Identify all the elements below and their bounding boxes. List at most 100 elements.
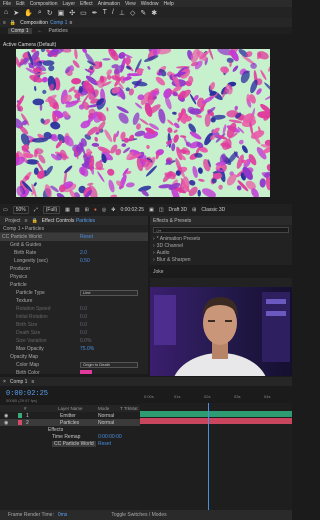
grid-icon[interactable]: ▦: [65, 207, 70, 213]
pen-tool-icon[interactable]: ✒: [92, 9, 98, 17]
effect-property-row[interactable]: Death Size 0.0: [0, 329, 148, 337]
effect-property-row[interactable]: Initial Rotation 0.0: [0, 313, 148, 321]
property-dropdown[interactable]: Line: [80, 290, 138, 296]
fx-item-animation-presets[interactable]: › * Animation Presets: [150, 235, 292, 242]
layer-name[interactable]: CC Particle World: [52, 441, 96, 447]
menu-composition[interactable]: Composition: [30, 1, 58, 7]
effect-property-row[interactable]: Texture: [0, 297, 148, 305]
menu-help[interactable]: Help: [163, 1, 173, 7]
property-value[interactable]: 75.0%: [80, 346, 94, 352]
timeline-timecode[interactable]: 0:00:02:25: [6, 390, 48, 398]
menu-file[interactable]: File: [3, 1, 11, 7]
layer-row[interactable]: Effects: [0, 426, 140, 433]
menu-lines-icon[interactable]: ≡: [25, 218, 28, 224]
camera-snapshot-icon[interactable]: ◎: [102, 207, 106, 213]
composition-tab-menu-icon[interactable]: ≡: [69, 20, 72, 26]
menu-layer[interactable]: Layer: [62, 1, 75, 7]
effect-property-row[interactable]: Size Variation 0.0%: [0, 337, 148, 345]
lock-icon[interactable]: 🔒: [10, 20, 16, 26]
home-icon[interactable]: ⌂: [4, 9, 8, 16]
toggle-switches-modes[interactable]: Toggle Switches / Modes: [111, 512, 166, 518]
draft-3d-toggle[interactable]: Draft 3D: [169, 207, 188, 213]
fx-item-blur-sharpen[interactable]: › Blur & Sharpen: [150, 256, 292, 263]
lock-icon[interactable]: 🔒: [31, 218, 37, 224]
layer-bar-emitter[interactable]: [140, 411, 292, 417]
tab-project[interactable]: Project: [5, 218, 21, 224]
video-tab-label[interactable]: Joke: [153, 269, 164, 275]
composition-viewer[interactable]: [16, 49, 270, 197]
property-dropdown[interactable]: Origin to Death: [80, 362, 138, 368]
snapshot-icon[interactable]: ▭: [3, 207, 8, 213]
brush-tool-icon[interactable]: /: [112, 9, 114, 16]
property-value[interactable]: 0.0: [80, 330, 87, 336]
layer-bar-particles[interactable]: [140, 418, 292, 424]
effect-property-row[interactable]: CC Particle World Reset: [0, 233, 148, 241]
effect-property-row[interactable]: Grid & Guides: [0, 241, 148, 249]
timeline-track-area[interactable]: [140, 403, 292, 510]
zoom-tool-icon[interactable]: ⌕: [38, 9, 42, 17]
menu-window[interactable]: Window: [141, 1, 159, 7]
resolution-select[interactable]: (Full): [42, 206, 61, 214]
composition-tab[interactable]: Composition Comp 1 ≡: [20, 20, 72, 26]
magnification-select[interactable]: 50%: [12, 206, 29, 214]
menu-lines-icon[interactable]: ≡: [3, 20, 6, 26]
menu-lines-icon[interactable]: ≡: [31, 379, 34, 385]
property-value[interactable]: 0.0: [80, 314, 87, 320]
camera-tool-icon[interactable]: ▣: [58, 9, 65, 17]
region-icon[interactable]: ◫: [159, 207, 164, 213]
transparency-grid-icon[interactable]: ⊞: [85, 207, 89, 213]
effect-property-row[interactable]: Longevity (sec) 0.50: [0, 257, 148, 265]
property-value[interactable]: Reset: [80, 234, 93, 240]
layer-row[interactable]: ◉ 1 Emitter Normal: [0, 412, 140, 419]
layer-label-color[interactable]: [18, 413, 22, 418]
effect-property-row[interactable]: Physics: [0, 273, 148, 281]
menu-view[interactable]: View: [125, 1, 136, 7]
mask-icon[interactable]: ▨: [75, 207, 80, 213]
menu-edit[interactable]: Edit: [16, 1, 25, 7]
preview-camera-icon[interactable]: ▣: [149, 207, 154, 213]
close-icon[interactable]: ×: [3, 379, 6, 385]
selection-tool-icon[interactable]: ➤: [13, 9, 19, 17]
effect-property-row[interactable]: Opacity Map: [0, 353, 148, 361]
current-time-indicator[interactable]: [208, 403, 209, 510]
time-ruler[interactable]: 0:00s 01s 02s 03s 04s: [140, 394, 292, 402]
fx-item-3d-channel[interactable]: › 3D Channel: [150, 242, 292, 249]
fit-icon[interactable]: ⤢: [34, 207, 38, 213]
effect-property-row[interactable]: Color Map Origin to Death: [0, 361, 148, 369]
effect-property-row[interactable]: Birth Size 0.0: [0, 321, 148, 329]
show-channel-icon[interactable]: ✤: [111, 207, 115, 213]
property-value[interactable]: 0.0: [80, 306, 87, 312]
puppet-pin-icon[interactable]: ✱: [151, 9, 157, 17]
fx-item-audio[interactable]: › Audio: [150, 249, 292, 256]
property-value[interactable]: 0.0%: [80, 338, 91, 344]
layer-label-color[interactable]: [18, 420, 22, 425]
menu-effect[interactable]: Effect: [80, 1, 93, 7]
eraser-tool-icon[interactable]: ◇: [130, 9, 135, 17]
birth-color-swatch[interactable]: [80, 370, 92, 374]
color-icon[interactable]: ●: [94, 207, 97, 213]
property-value[interactable]: 2.0: [80, 250, 87, 256]
pan-behind-icon[interactable]: ✣: [69, 9, 75, 17]
hand-tool-icon[interactable]: ✋: [24, 9, 33, 17]
comp-tab-particles[interactable]: Particles: [49, 28, 68, 34]
rectangle-tool-icon[interactable]: ▭: [80, 9, 87, 17]
property-value[interactable]: 0.50: [80, 258, 90, 264]
layer-row[interactable]: ◉ 2 Particles Normal: [0, 419, 140, 426]
layer-row[interactable]: Time Remap 0:00:00:00: [0, 433, 140, 440]
clone-stamp-icon[interactable]: ⊥: [119, 9, 125, 17]
effect-property-row[interactable]: Particle Type Line: [0, 289, 148, 297]
menu-animation[interactable]: Animation: [98, 1, 120, 7]
effects-search-input[interactable]: Q▾: [153, 227, 289, 233]
renderer-select[interactable]: Classic 3D: [201, 207, 225, 213]
text-tool-icon[interactable]: T: [103, 9, 107, 16]
effect-property-row[interactable]: Birth Color: [0, 369, 148, 374]
effect-property-row[interactable]: Max Opacity 75.0%: [0, 345, 148, 353]
rotate-tool-icon[interactable]: ↻: [47, 9, 53, 17]
tab-effect-controls[interactable]: Effect Controls Particles: [42, 218, 95, 224]
timeline-comp-tab[interactable]: Comp 1: [10, 379, 28, 385]
layer-row[interactable]: CC Particle World Reset: [0, 440, 140, 447]
layer-mode[interactable]: Reset: [98, 441, 111, 447]
effect-property-row[interactable]: Producer: [0, 265, 148, 273]
roto-brush-icon[interactable]: ✎: [140, 9, 146, 17]
effect-property-row[interactable]: Rotation Speed 0.0: [0, 305, 148, 313]
